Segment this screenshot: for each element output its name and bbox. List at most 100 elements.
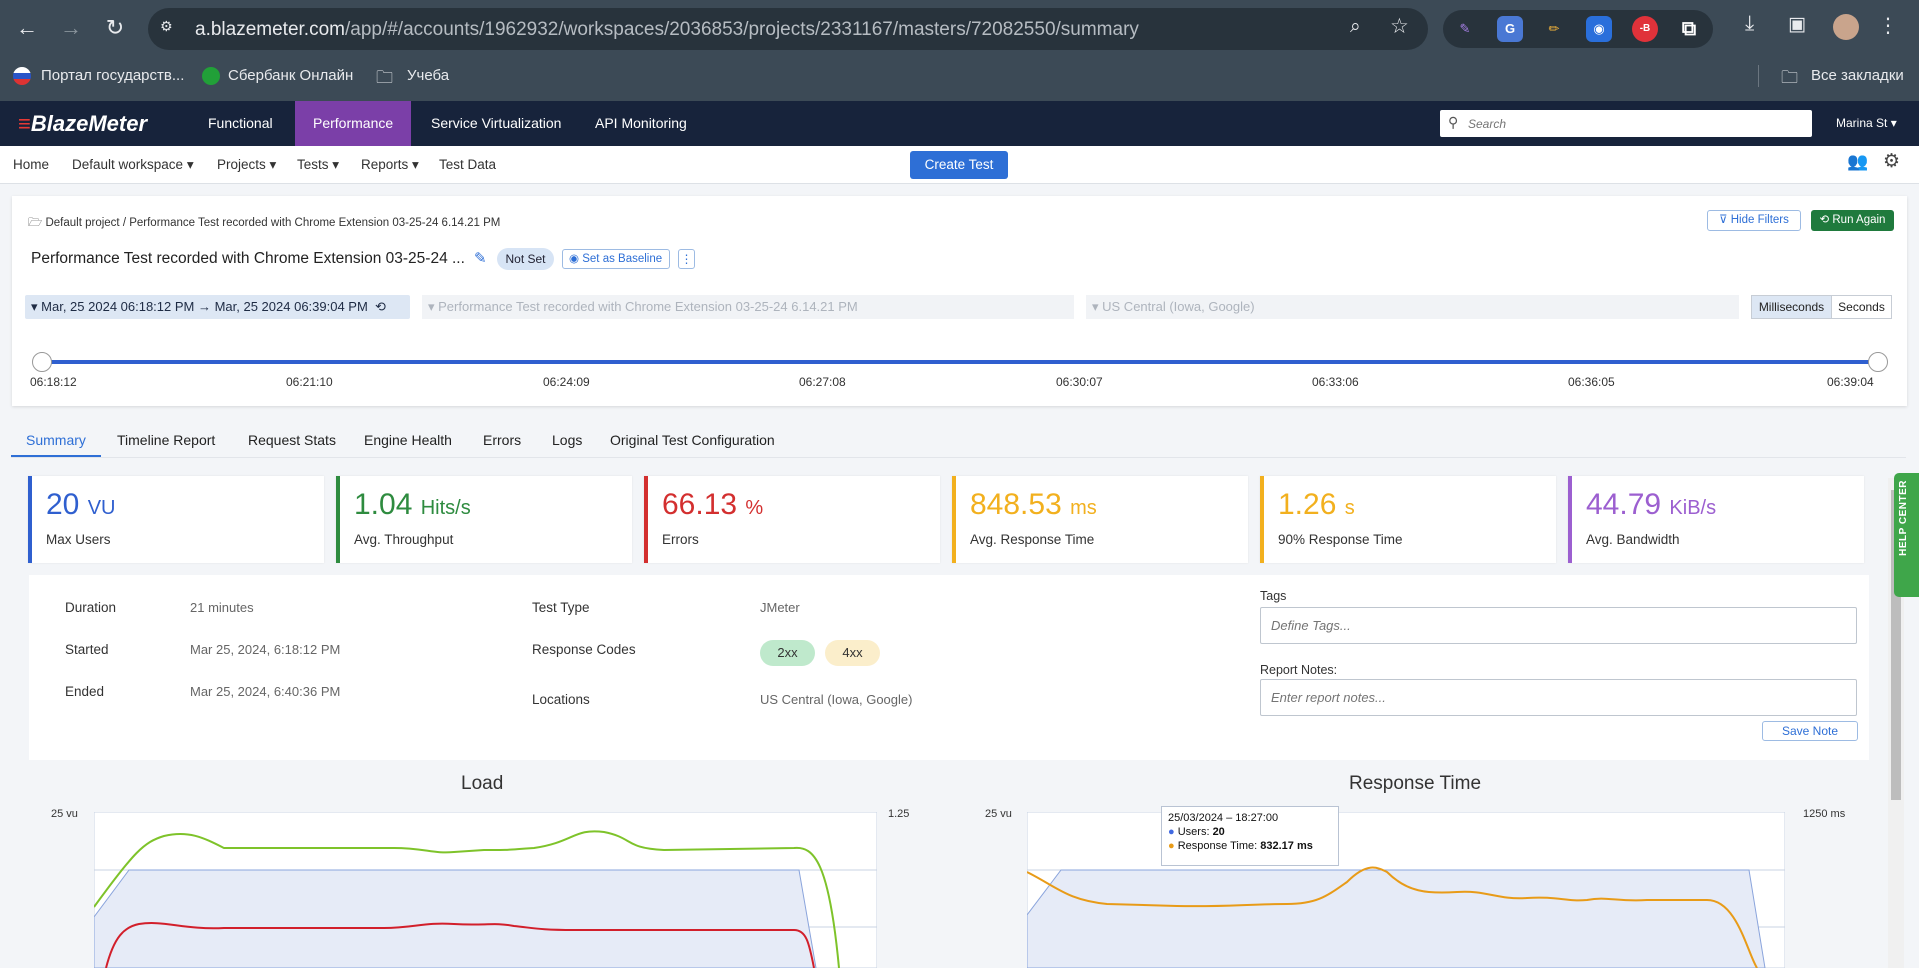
eye-icon: ◉ — [569, 253, 583, 265]
hide-filters-button[interactable]: ⊽ Hide Filters — [1707, 210, 1801, 231]
blazemeter-logo[interactable]: ≡BlazeMeter — [18, 111, 147, 137]
run-again-button[interactable]: ⟲ Run Again — [1811, 210, 1894, 231]
bookmark-folder[interactable]: Учеба — [407, 67, 449, 84]
stat-label: Avg. Throughput — [354, 532, 454, 547]
response-time-chart — [1027, 812, 1785, 968]
stat-label: Avg. Response Time — [970, 532, 1095, 547]
tags-input[interactable] — [1260, 607, 1857, 644]
timeline-tick: 06:21:10 — [286, 375, 333, 389]
status-badge[interactable]: Not Set — [497, 248, 554, 270]
download-icon[interactable]: ⤓ — [1745, 12, 1754, 36]
date-range-filter[interactable]: ▾ Mar, 25 2024 06:18:12 PM → Mar, 25 202… — [25, 295, 410, 319]
test-filter[interactable]: ▾ Performance Test recorded with Chrome … — [422, 295, 1074, 319]
stat-value: 20 VU — [46, 488, 116, 521]
active-tab-indicator — [11, 455, 101, 457]
reset-icon[interactable]: ⟲ — [375, 299, 386, 314]
slider-end-handle[interactable] — [1868, 352, 1888, 372]
nav-api-monitoring[interactable]: API Monitoring — [577, 101, 705, 146]
subnav-workspace[interactable]: Default workspace ▾ — [72, 157, 194, 173]
ended-value: Mar 25, 2024, 6:40:36 PM — [190, 684, 341, 699]
tab-logs[interactable]: Logs — [552, 432, 582, 448]
help-center-label: HELP CENTER — [1898, 480, 1909, 556]
timeline-tick: 06:36:05 — [1568, 375, 1615, 389]
subnav-projects[interactable]: Projects ▾ — [217, 157, 276, 173]
chart-tooltip: 25/03/2024 – 18:27:00 ● Users: 20 ● Resp… — [1161, 806, 1339, 866]
report-notes-input[interactable] — [1260, 679, 1857, 716]
gosuslugi-favicon-icon — [13, 67, 31, 85]
user-management-icon[interactable]: 👥 — [1847, 152, 1868, 172]
reload-icon[interactable]: ↻ — [100, 13, 130, 43]
tab-errors[interactable]: Errors — [483, 432, 521, 448]
side-panel-icon[interactable]: ▣ — [1788, 13, 1806, 36]
tab-request-stats[interactable]: Request Stats — [248, 432, 336, 448]
all-bookmarks[interactable]: Все закладки — [1811, 67, 1904, 84]
folder-icon: 🗀 — [1781, 68, 1798, 87]
started-value: Mar 25, 2024, 6:18:12 PM — [190, 642, 341, 657]
bookmark-item[interactable]: Сбербанк Онлайн — [228, 67, 353, 84]
load-chart — [94, 812, 877, 968]
nfc-extension-icon[interactable]: ◉ — [1586, 16, 1612, 42]
tab-engine-health[interactable]: Engine Health — [364, 432, 452, 448]
rt-left-axis-max: 25 vu — [985, 808, 1012, 820]
locations-label: Locations — [532, 692, 590, 707]
unit-seconds-toggle[interactable]: Seconds — [1832, 295, 1892, 319]
folder-icon: 🗀 — [376, 68, 393, 87]
url-text[interactable]: a.blazemeter.com/app/#/accounts/1962932/… — [195, 19, 1139, 41]
tab-divider — [11, 457, 1906, 458]
back-icon[interactable]: ← — [12, 13, 42, 43]
nav-functional[interactable]: Functional — [190, 101, 291, 146]
create-test-button[interactable]: Create Test — [910, 151, 1008, 179]
highlighter-extension-icon[interactable]: ✏ — [1541, 16, 1567, 42]
more-options-icon[interactable]: ⋮ — [678, 249, 695, 269]
page-title: Performance Test recorded with Chrome Ex… — [31, 250, 465, 267]
unit-milliseconds-toggle[interactable]: Milliseconds — [1751, 295, 1832, 319]
sberbank-favicon-icon — [202, 67, 220, 85]
nav-performance[interactable]: Performance — [295, 101, 412, 146]
set-baseline-button[interactable]: ◉ Set as Baseline — [562, 249, 670, 269]
bookmark-item[interactable]: Портал государств... — [41, 67, 184, 84]
edit-pencil-icon[interactable]: ✎ — [474, 249, 487, 267]
tooltip-date: 25/03/2024 – 18:27:00 — [1168, 812, 1279, 824]
location-filter[interactable]: ▾ US Central (Iowa, Google) — [1086, 295, 1739, 319]
adblock-extension-icon[interactable]: -B — [1632, 16, 1658, 42]
feather-extension-icon[interactable]: ✎ — [1452, 16, 1478, 42]
tab-timeline-report[interactable]: Timeline Report — [117, 432, 215, 448]
timeline-slider-track[interactable] — [42, 360, 1878, 364]
stat-value: 848.53 ms — [970, 488, 1097, 521]
slider-start-handle[interactable] — [32, 352, 52, 372]
test-type-label: Test Type — [532, 600, 590, 615]
stat-label: Errors — [662, 532, 699, 547]
site-settings-icon[interactable]: ⚙ — [160, 18, 178, 36]
stat-label: Avg. Bandwidth — [1586, 532, 1680, 547]
duration-value: 21 minutes — [190, 600, 254, 615]
bookmark-star-icon[interactable]: ☆ — [1390, 14, 1409, 39]
profile-avatar[interactable] — [1833, 14, 1859, 40]
search-input[interactable] — [1468, 112, 1808, 135]
load-chart-title: Load — [461, 773, 504, 794]
tab-original-test-configuration[interactable]: Original Test Configuration — [610, 432, 775, 448]
rt-users-area — [1027, 869, 1766, 968]
extensions-group — [1443, 10, 1713, 48]
settings-gear-icon[interactable]: ⚙ — [1883, 150, 1900, 173]
load-users-area — [94, 869, 817, 968]
forward-icon[interactable]: → — [56, 13, 86, 43]
folder-open-icon: 🗁 — [28, 217, 46, 229]
save-note-button[interactable]: Save Note — [1762, 721, 1858, 741]
menu-kebab-icon[interactable]: ⋮ — [1878, 13, 1898, 38]
nav-service-virtualization[interactable]: Service Virtualization — [413, 101, 579, 146]
subnav-tests[interactable]: Tests ▾ — [297, 157, 339, 173]
stat-value: 1.04 Hits/s — [354, 488, 471, 521]
user-menu[interactable]: Marina St ▾ — [1836, 116, 1897, 130]
tab-summary[interactable]: Summary — [26, 432, 86, 448]
details-card — [29, 575, 1869, 760]
timeline-tick: 06:27:08 — [799, 375, 846, 389]
timeline-tick: 06:33:06 — [1312, 375, 1359, 389]
response-code-4xx-badge[interactable]: 4xx — [825, 640, 880, 666]
subnav-reports[interactable]: Reports ▾ — [361, 157, 419, 173]
translate-extension-icon[interactable]: G — [1497, 16, 1523, 42]
subnav-test-data[interactable]: Test Data — [439, 157, 496, 172]
response-code-2xx-badge[interactable]: 2xx — [760, 640, 815, 666]
extensions-puzzle-icon[interactable]: ⧉ — [1676, 16, 1702, 42]
zoom-icon[interactable]: ⌕ — [1350, 16, 1361, 38]
subnav-home[interactable]: Home — [13, 157, 49, 172]
